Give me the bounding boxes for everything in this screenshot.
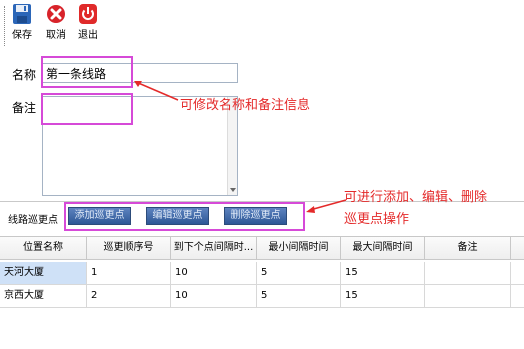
table-cell[interactable] [425,262,511,284]
table-cell[interactable]: 5 [257,285,341,307]
cancel-x-icon [47,5,65,23]
ops-annotation-line1: 可进行添加、编辑、删除 [344,190,488,205]
column-header[interactable]: 位置名称 [0,237,87,259]
table-cell[interactable]: 10 [171,285,257,307]
column-header[interactable]: 最大间隔时间 [341,237,425,259]
scroll-down-arrow-icon[interactable] [230,188,236,192]
edit-annotation-text: 可修改名称和备注信息 [180,98,311,113]
table-cell[interactable]: 15 [341,285,425,307]
cancel-button[interactable]: 取消 [44,3,68,47]
save-label: 保存 [12,30,32,41]
name-label: 名称 [12,68,37,82]
exit-label: 退出 [78,30,98,41]
name-highlight-box [41,56,133,88]
table-cell[interactable]: 5 [257,262,341,284]
column-header[interactable]: 备注 [425,237,511,259]
points-highlight-box [64,202,305,231]
arrow-annotation-2-icon [306,199,347,213]
points-section-label: 线路巡更点 [8,215,58,226]
table-cell[interactable]: 1 [87,262,171,284]
exit-button[interactable]: 退出 [76,3,100,47]
table-cell[interactable]: 2 [87,285,171,307]
toolbar-grip [4,6,6,46]
table-row[interactable]: 京西大厦 2 10 5 15 [0,285,524,308]
floppy-disk-icon [13,4,31,24]
remark-highlight-box [41,93,133,125]
remark-label: 备注 [12,101,37,115]
table-cell[interactable]: 京西大厦 [0,285,87,307]
column-header[interactable]: 最小间隔时间 [257,237,341,259]
column-header[interactable]: 巡更顺序号 [87,237,171,259]
table-header: 位置名称 巡更顺序号 到下个点间隔时... 最小间隔时间 最大间隔时间 备注 [0,236,524,260]
table-cell[interactable]: 15 [341,262,425,284]
ops-annotation-line2: 巡更点操作 [344,212,410,227]
table-cell[interactable] [425,285,511,307]
arrow-annotation-icon [134,81,179,101]
table-cell[interactable]: 天河大厦 [0,262,87,284]
cancel-label: 取消 [46,30,66,41]
column-header[interactable]: 到下个点间隔时... [171,237,257,259]
table-row[interactable]: 天河大厦 1 10 5 15 [0,262,524,285]
table-cell[interactable]: 10 [171,262,257,284]
power-icon [79,4,97,24]
save-button[interactable]: 保存 [10,3,34,47]
